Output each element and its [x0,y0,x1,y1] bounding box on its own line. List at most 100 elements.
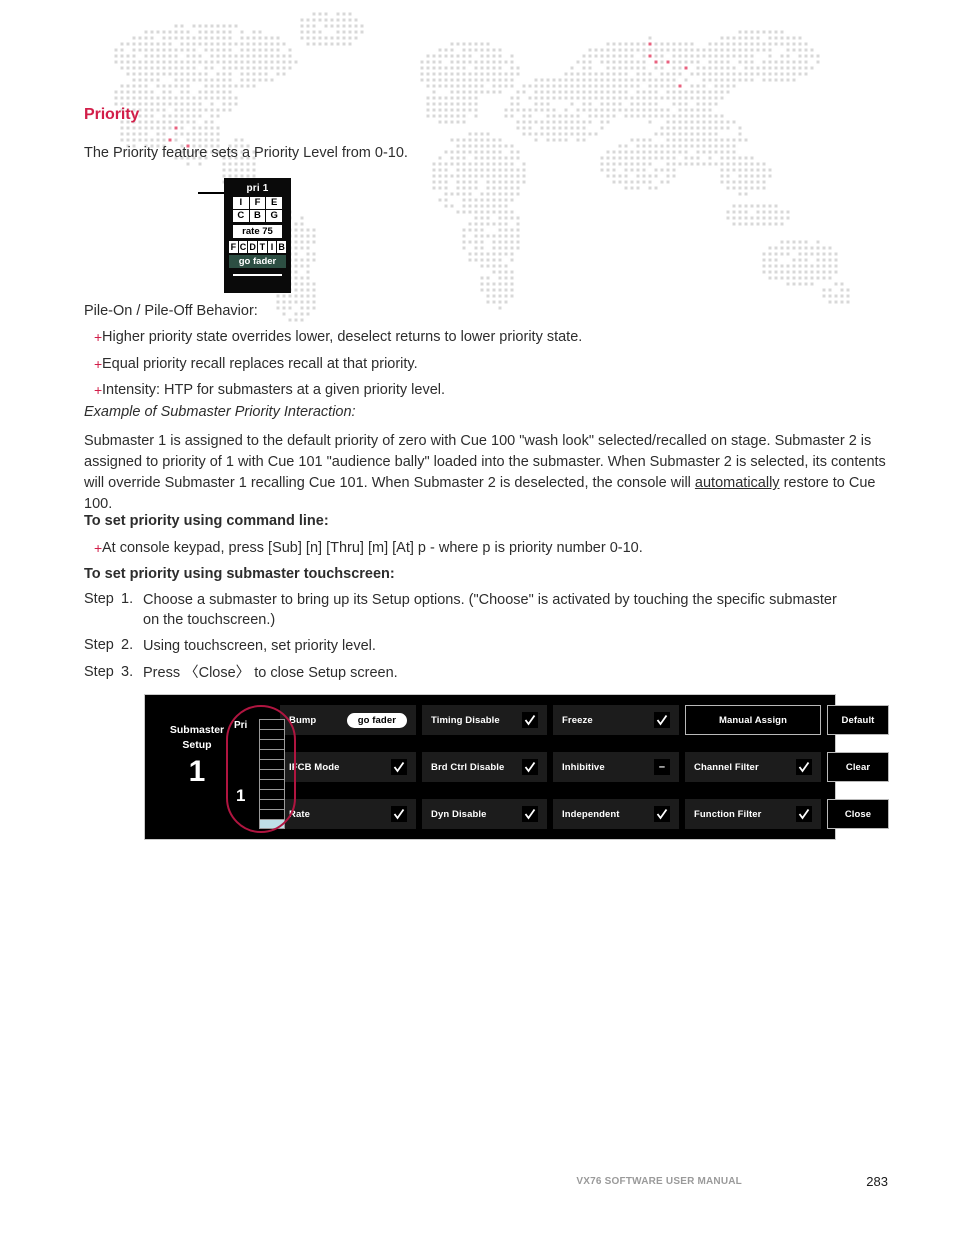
list-item: + Intensity: HTP for submasters at a giv… [84,381,904,401]
priority-scale-cell[interactable] [259,759,285,769]
touchscreen-button-columns: Bump go fader IFCB Mode Rate Timing Disa… [280,700,893,834]
list-item-text: Equal priority recall replaces recall at… [102,355,418,375]
independent-button[interactable]: Independent [553,799,679,829]
function-filter-label: Function Filter [694,809,761,820]
step-number: 2. [121,637,143,653]
clear-label: Clear [846,762,870,773]
step-text: Press 〈Close〉 to close Setup screen. [143,664,398,684]
touchscreen-steps-heading: To set priority using submaster touchscr… [84,566,395,582]
check-icon [391,759,407,775]
widget-bottom-rule [233,274,282,276]
list-item: + At console keypad, press [Sub] [n] [Th… [84,539,904,559]
widget-fcdtib-cell: D [248,241,257,253]
step-word: Step [84,637,121,653]
check-icon [391,806,407,822]
pile-on-bullet-list: + Higher priority state overrides lower,… [84,328,904,408]
rate-button[interactable]: Rate [280,799,416,829]
timing-disable-label: Timing Disable [431,715,500,726]
step-number: 1. [121,591,143,607]
widget-fcdtib-cell: I [268,241,277,253]
priority-scale-cell[interactable] [259,719,285,729]
manual-assign-button[interactable]: Manual Assign [685,705,821,735]
example-paragraph: Submaster 1 is assigned to the default p… [84,431,896,515]
touchscreen-column-1: Bump go fader IFCB Mode Rate [280,705,416,829]
pile-on-heading: Pile-On / Pile-Off Behavior: [84,303,258,319]
widget-ifcb-cell: B [250,210,266,222]
inhibitive-label: Inhibitive [562,762,605,773]
list-item-text: At console keypad, press [Sub] [n] [Thru… [102,539,643,559]
close-button[interactable]: Close [827,799,889,829]
function-filter-button[interactable]: Function Filter [685,799,821,829]
manual-assign-label: Manual Assign [719,715,787,726]
touchscreen-left-pane: Submaster Setup 1 Pri 1 [150,700,280,834]
rate-label: Rate [289,809,310,820]
priority-scale-cell[interactable] [259,729,285,739]
widget-go-fader-button: go fader [229,255,286,268]
touchscreen-column-4: Manual Assign Channel Filter Function Fi… [685,705,821,829]
priority-scale-slider[interactable] [259,719,285,829]
dyn-disable-button[interactable]: Dyn Disable [422,799,547,829]
check-icon [796,806,812,822]
step-text: Choose a submaster to bring up its Setup… [143,591,853,630]
inhibitive-button[interactable]: Inhibitive – [553,752,679,782]
world-map-watermark [0,0,954,330]
priority-scale-cell[interactable] [259,799,285,809]
widget-ifcb-cell: E [266,197,282,209]
plus-bullet-icon: + [84,381,102,400]
ifcb-mode-label: IFCB Mode [289,762,340,773]
check-icon [654,806,670,822]
widget-ifcb-cell: C [233,210,249,222]
priority-scale-cell[interactable] [259,779,285,789]
default-button[interactable]: Default [827,705,889,735]
check-icon [522,759,538,775]
list-item: + Higher priority state overrides lower,… [84,328,904,348]
check-icon [522,712,538,728]
priority-scale-cell[interactable] [259,739,285,749]
page-title: Priority [84,106,139,124]
freeze-label: Freeze [562,715,593,726]
list-item-text: Higher priority state overrides lower, d… [102,328,582,348]
widget-ifcb-grid: I F E C B G [233,197,282,222]
plus-bullet-icon: + [84,355,102,374]
touchscreen-column-3: Freeze Inhibitive – Independent [553,705,679,829]
timing-disable-button[interactable]: Timing Disable [422,705,547,735]
step-item: Step 2. Using touchscreen, set priority … [84,637,904,657]
brd-ctrl-disable-label: Brd Ctrl Disable [431,762,504,773]
channel-filter-button[interactable]: Channel Filter [685,752,821,782]
priority-scale-cell[interactable] [259,769,285,779]
step-number: 3. [121,664,143,680]
widget-priority-label: pri 1 [224,183,291,194]
widget-fcdtib-cell: F [229,241,238,253]
touchscreen-column-5: Default Clear Close [827,705,889,829]
ifcb-mode-button[interactable]: IFCB Mode [280,752,416,782]
plus-bullet-icon: + [84,539,102,558]
widget-ifcb-cell: F [250,197,266,209]
list-item-text: Intensity: HTP for submasters at a given… [102,381,445,401]
step-word: Step [84,664,121,680]
step-text: Using touchscreen, set priority level. [143,637,376,657]
submaster-setup-label: Submaster Setup [158,723,236,753]
widget-fcdtib-cell: T [258,241,267,253]
bump-button[interactable]: Bump go fader [280,705,416,735]
command-line-bullet-list: + At console keypad, press [Sub] [n] [Th… [84,539,904,566]
priority-scale-cell[interactable] [259,749,285,759]
go-fader-pill[interactable]: go fader [347,713,407,728]
fader-widget-illustration: pri 1 I F E C B G rate 75 F C D T I B go… [224,178,291,293]
brd-ctrl-disable-button[interactable]: Brd Ctrl Disable [422,752,547,782]
widget-fcdtib-cell: B [277,241,286,253]
touchscreen-column-2: Timing Disable Brd Ctrl Disable Dyn Disa… [422,705,547,829]
check-icon [654,712,670,728]
command-line-heading: To set priority using command line: [84,513,329,529]
clear-button[interactable]: Clear [827,752,889,782]
close-label: Close [845,809,871,820]
widget-fcdtib-cell: C [239,241,248,253]
priority-scale-cell[interactable] [259,809,285,819]
submaster-setup-touchscreen: Submaster Setup 1 Pri 1 Bump go fader IF… [144,694,836,840]
step-word: Step [84,591,121,607]
freeze-button[interactable]: Freeze [553,705,679,735]
dyn-disable-label: Dyn Disable [431,809,486,820]
priority-scale-cell[interactable] [259,789,285,799]
example-heading: Example of Submaster Priority Interactio… [84,404,356,420]
plus-bullet-icon: + [84,328,102,347]
priority-scale-cell[interactable] [259,819,285,829]
